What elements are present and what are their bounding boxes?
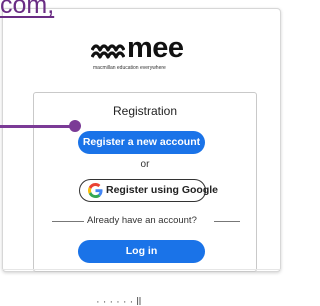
divider-line-left [52, 221, 84, 222]
logo-wordmark: mee [127, 32, 184, 64]
cut-off-text: · · · · · · ll [96, 296, 142, 306]
register-google-button[interactable]: Register using Google [79, 179, 218, 202]
mee-logo: mee macmillan education everywhere [91, 32, 201, 76]
divider-line-right [214, 221, 240, 222]
email-domain-link[interactable]: com, [0, 0, 54, 20]
registration-title: Registration [112, 104, 178, 118]
or-separator: or [140, 159, 150, 170]
registration-panel: Registration Register a new account or R… [33, 92, 257, 272]
login-card: mee macmillan education everywhere Regis… [2, 8, 281, 272]
already-have-account-text: Already have an account? [87, 215, 197, 226]
log-in-button[interactable]: Log in [78, 240, 205, 263]
annotation-pointer-line [0, 125, 76, 128]
google-icon [88, 183, 103, 198]
page: mee macmillan education everywhere Regis… [0, 0, 283, 306]
macmillan-logo-icon [91, 44, 125, 59]
annotation-pointer-dot [69, 120, 81, 132]
account-divider: Already have an account? [52, 214, 240, 228]
register-new-account-button[interactable]: Register a new account [78, 131, 205, 154]
google-button-label: Register using Google [106, 184, 219, 196]
card-bottom-divider [2, 269, 281, 270]
logo-tagline: macmillan education everywhere [93, 65, 166, 71]
